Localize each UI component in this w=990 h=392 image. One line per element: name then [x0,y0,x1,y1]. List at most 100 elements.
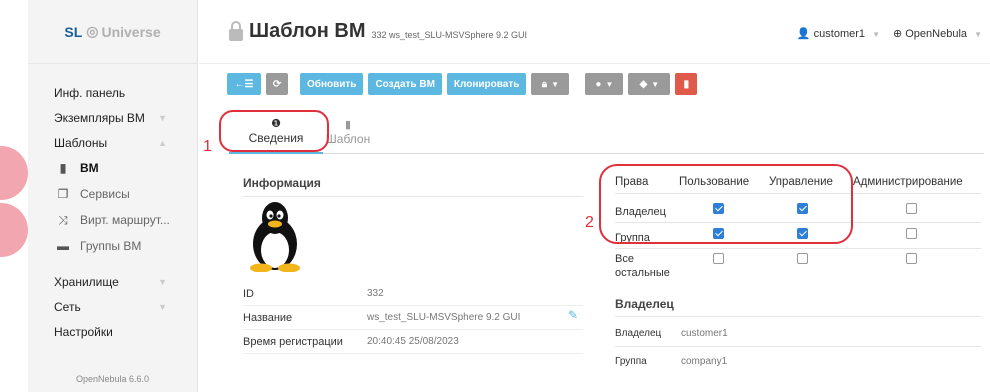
page-title: Шаблон ВМ [249,20,366,42]
sidebar-item-settings[interactable]: Настройки [28,319,197,344]
folder-icon: ▬ [57,239,69,253]
sidebar-item-label: Хранилище [54,274,119,289]
sidebar-item-label: Инф. панель [54,85,126,100]
ownership-key: Владелец [615,328,662,339]
sidebar-item-label: Экземпляры ВМ [54,110,145,125]
ownership-value: company1 [681,356,728,367]
lock-icon: 🔒︎ [541,78,548,90]
info-key: ID [243,287,254,300]
ownership-value: customer1 [681,328,728,339]
ownership-row-group: Группа company1 [615,356,727,367]
permissions-header-admin: Администрирование [853,176,963,188]
lock-menu-button[interactable]: 🔒︎ ▼ [531,73,570,95]
globe-icon: ⊕ [892,28,903,40]
tab-bar: ❶ Сведения ▮ Шаблон [229,110,984,154]
user-name: customer1 [813,28,866,40]
permission-row-label: Все [615,253,634,265]
info-value: 332 [367,288,384,299]
info-key: Название [243,311,293,324]
chevron-down-icon: ▼ [605,79,614,89]
annotation-box-1 [219,110,329,152]
tab-label: Шаблон [325,132,371,146]
logo-name: Universe [101,23,161,40]
tag-icon: ◆ [639,78,648,90]
chevron-down-icon: ▼ [551,79,559,89]
edit-icon[interactable]: ✎ [568,308,578,322]
ownership-heading: Владелец [615,297,674,311]
update-button[interactable]: Обновить [300,73,364,95]
trash-icon: ▮ [683,78,690,90]
divider [243,196,583,197]
page-subtitle: 332 ws_test_SLU-MSVSphere 9.2 GUI [371,29,528,40]
shuffle-icon: ⤨ [58,212,68,227]
sidebar-item-label: Сеть [54,299,81,314]
file-icon: ▮ [59,161,67,175]
logo[interactable]: SL ◎ Universe [28,0,197,64]
clone-button[interactable]: Клонировать [446,73,527,95]
info-row-name: Название ws_test_SLU-MSVSphere 9.2 GUI [243,306,583,330]
zone-menu[interactable]: ⊕ OpenNebula ▼ [893,27,982,40]
info-row-registration-time: Время регистрации 20:40:45 25/08/2023 [243,330,583,354]
divider [615,316,981,317]
labels-menu-button[interactable]: ◆ ▼ [628,73,671,95]
info-value: 20:40:45 25/08/2023 [367,336,459,347]
sidebar-subitem-label: Группы ВМ [80,239,142,253]
sidebar-subitem-services[interactable]: ❐ Сервисы [28,181,197,207]
annotation-box-2 [599,164,853,244]
version-label: OpenNebula 6.6.0 [75,374,150,384]
toolbar: ←☰ ⟳ Обновить Создать ВМ Клонировать 🔒︎ ▼… [227,73,698,95]
sidebar-subitem-label: Вирт. маршрут... [80,213,170,227]
permission-row-label: остальные [615,267,670,279]
user-icon: ● [595,78,602,90]
delete-button[interactable]: ▮ [675,73,698,95]
owner-admin-checkbox[interactable] [906,203,917,214]
file-icon: ▮ [344,119,352,131]
linux-penguin-icon [250,202,300,272]
other-use-checkbox[interactable] [713,253,724,264]
ownership-key: Группа [615,356,647,367]
sidebar-item-vms[interactable]: Экземпляры ВМ ▼ [28,105,197,130]
user-menu[interactable]: 👤 customer1 ▼ [797,27,880,40]
sidebar-item-templates[interactable]: Шаблоны ▲ [28,130,197,155]
sidebar-subitem-label: ВМ [80,161,99,175]
chevron-down-icon: ▼ [158,276,167,287]
info-row-id: ID 332 [243,282,583,306]
sidebar-nav: Инф. панель Экземпляры ВМ ▼ Шаблоны ▲ ▮ … [28,64,197,344]
info-value: ws_test_SLU-MSVSphere 9.2 GUI [367,312,521,323]
other-manage-checkbox[interactable] [797,253,808,264]
refresh-button[interactable]: ⟳ [266,73,288,95]
divider [615,346,981,347]
chevron-down-icon: ▼ [974,30,982,39]
sidebar: SL ◎ Universe Инф. панель Экземпляры ВМ … [28,0,198,392]
annotation-number-2: 2 [585,214,594,231]
other-admin-checkbox[interactable] [906,253,917,264]
group-admin-checkbox[interactable] [906,228,917,239]
sidebar-subitem-virtual-routers[interactable]: ⤨ Вирт. маршрут... [28,207,197,233]
chevron-down-icon: ▼ [158,112,167,123]
chevron-up-icon: ▲ [158,137,167,148]
sidebar-item-network[interactable]: Сеть ▼ [28,294,197,319]
logo-prefix: SL [64,23,83,40]
sidebar-item-storage[interactable]: Хранилище ▼ [28,269,197,294]
logo-mark-icon: ◎ [86,23,99,39]
chevron-down-icon: ▼ [158,301,167,312]
back-button[interactable]: ←☰ [227,73,261,95]
create-vm-button[interactable]: Создать ВМ [368,73,442,95]
info-heading: Информация [243,176,321,190]
sidebar-subitem-vm-groups[interactable]: ▬ Группы ВМ [28,233,197,259]
lock-icon [229,20,243,41]
ownership-row-owner: Владелец customer1 [615,328,728,339]
annotation-number-1: 1 [203,138,212,155]
sidebar-item-label: Настройки [54,324,113,339]
chevron-down-icon: ▼ [651,79,660,89]
divider [615,248,981,249]
copy-icon: ❐ [57,187,69,201]
chevron-down-icon: ▼ [872,30,880,39]
owner-menu-button[interactable]: ● ▼ [585,73,624,95]
sidebar-subitem-label: Сервисы [80,187,130,201]
sidebar-item-dashboard[interactable]: Инф. панель [28,80,197,105]
info-key: Время регистрации [243,335,343,348]
zone-name: OpenNebula [905,28,968,40]
user-icon: 👤 [796,28,811,40]
sidebar-subitem-vm-templates[interactable]: ▮ ВМ [28,155,197,181]
